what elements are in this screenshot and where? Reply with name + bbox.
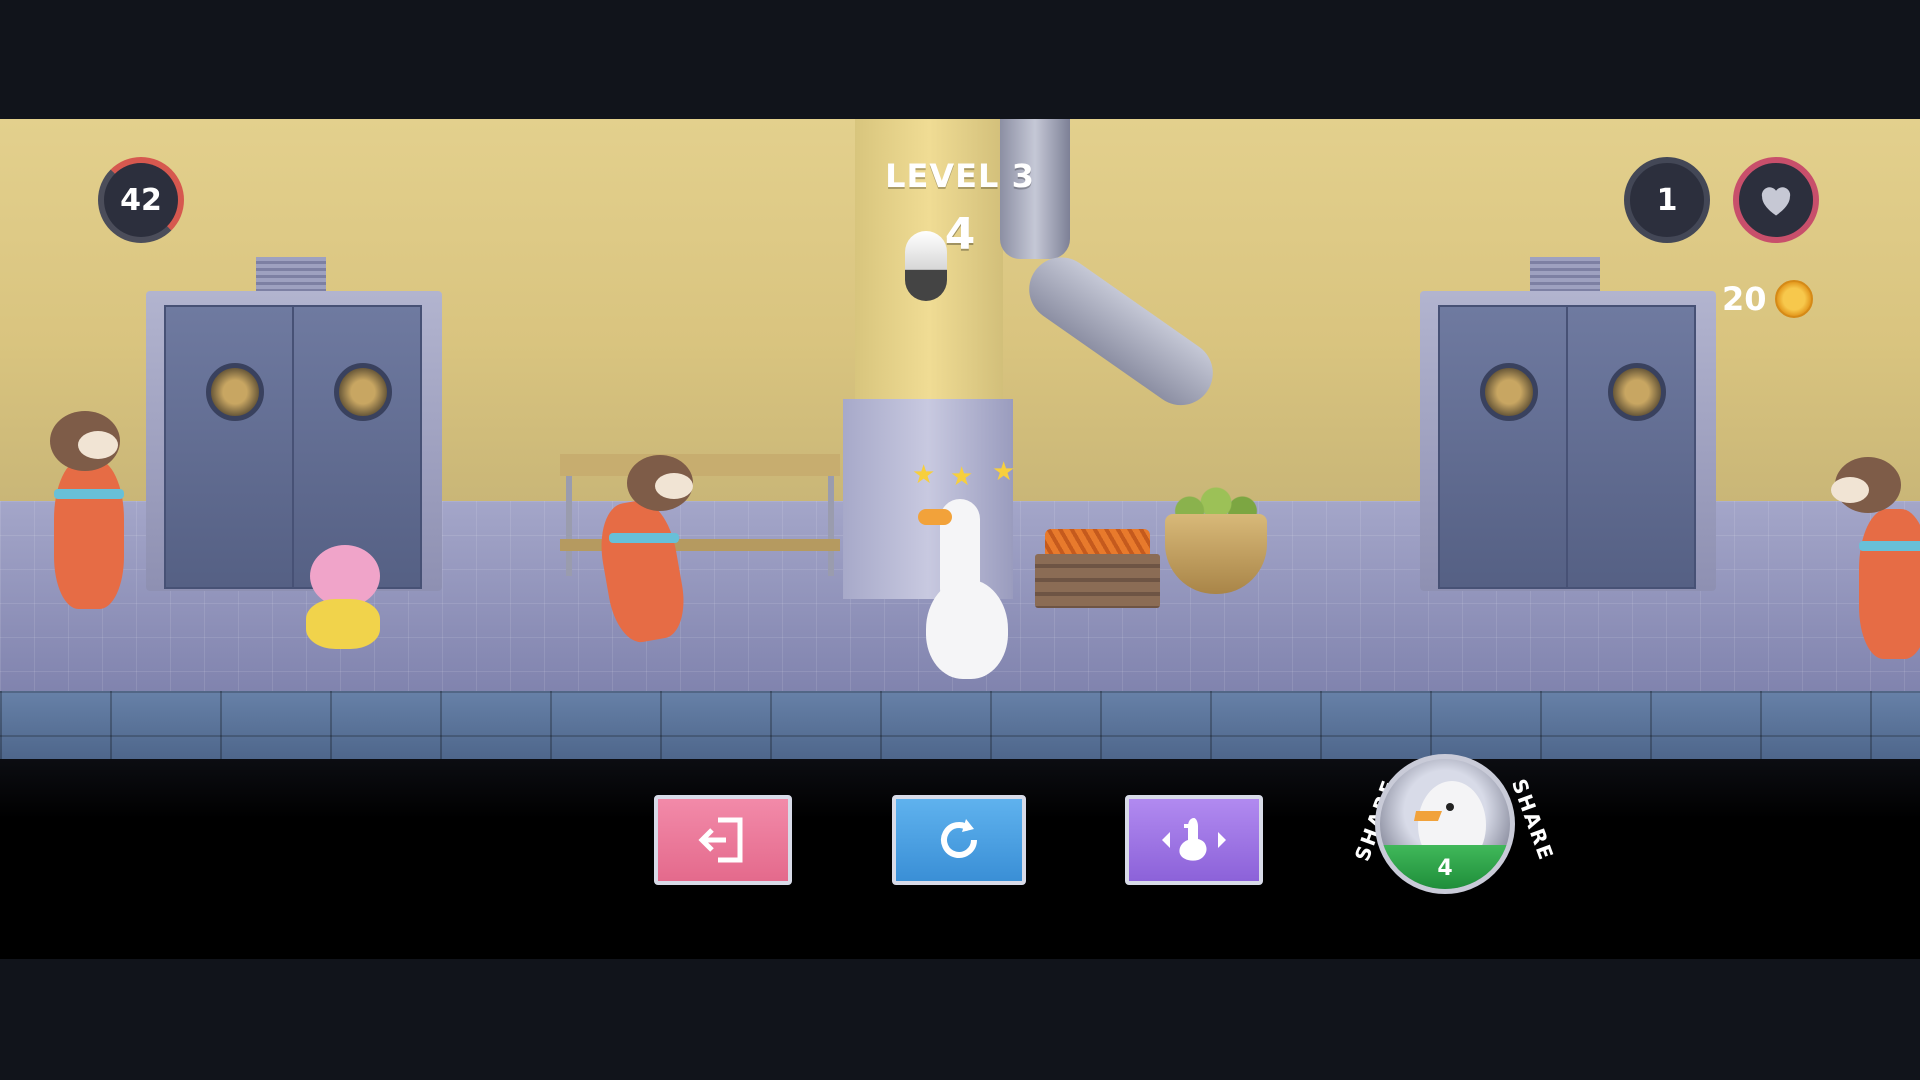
dizzy-star: ★	[950, 462, 974, 492]
kitchen-floor	[0, 691, 1920, 759]
goose-body	[926, 579, 1008, 679]
level-counter: 4	[944, 209, 976, 260]
carrot-crate	[1035, 554, 1160, 608]
timer-value: 42	[120, 182, 162, 218]
ferret-face	[78, 431, 118, 459]
ferret-body	[1859, 509, 1920, 659]
double-door-right	[1420, 291, 1716, 591]
level-title: LEVEL 3	[885, 157, 1035, 195]
timer-ring: 42	[98, 157, 184, 243]
door-panel	[1566, 305, 1696, 589]
dizzy-star: ★	[912, 460, 936, 490]
coin-counter: 20	[1722, 279, 1832, 319]
coin-icon	[1774, 280, 1813, 318]
share-count: 4	[1437, 856, 1453, 881]
dizzy-star: ★	[992, 457, 1016, 487]
ferret-body	[54, 459, 124, 609]
porthole	[334, 363, 392, 421]
pipe-elbow	[1016, 244, 1226, 418]
lives-ring: 1	[1624, 157, 1710, 243]
heart-ring	[1733, 157, 1819, 243]
lives-value: 1	[1656, 182, 1678, 218]
coin-value: 20	[1722, 280, 1767, 318]
restart-button[interactable]	[892, 795, 1026, 885]
vent	[256, 257, 326, 291]
ferret-band	[609, 533, 679, 543]
porthole	[1480, 363, 1538, 421]
ferret-character	[1825, 449, 1920, 679]
goose-arrows-icon	[1162, 818, 1226, 861]
table-leg	[828, 476, 834, 576]
game-scene: ★ ★ ★ 42 LEVEL 3 4 1 20	[0, 119, 1920, 759]
pig-shirt	[306, 599, 380, 649]
share-button[interactable]: SHARE 4 SHARE	[1345, 748, 1559, 908]
pig-character	[280, 539, 390, 669]
ferret-face	[1831, 477, 1869, 503]
ferret-band	[1859, 541, 1920, 551]
ferret-character	[575, 449, 705, 679]
controls-button[interactable]	[1125, 795, 1263, 885]
restart-icon	[941, 819, 977, 858]
ferret-face	[655, 473, 693, 499]
goose-character	[890, 489, 1030, 689]
ferret-band	[54, 489, 124, 499]
pig-head	[310, 545, 380, 607]
goose-beak	[918, 509, 952, 525]
door-panel	[1438, 305, 1568, 589]
vent	[1530, 257, 1600, 291]
porthole	[1608, 363, 1666, 421]
door-panel	[164, 305, 294, 589]
ferret-body	[593, 495, 691, 647]
exit-button[interactable]	[654, 795, 792, 885]
exit-icon	[698, 817, 743, 863]
ferret-character	[40, 399, 150, 659]
porthole	[206, 363, 264, 421]
table-leg	[566, 476, 572, 576]
share-avatar: 4	[1375, 754, 1515, 894]
heart-icon	[1761, 187, 1791, 216]
